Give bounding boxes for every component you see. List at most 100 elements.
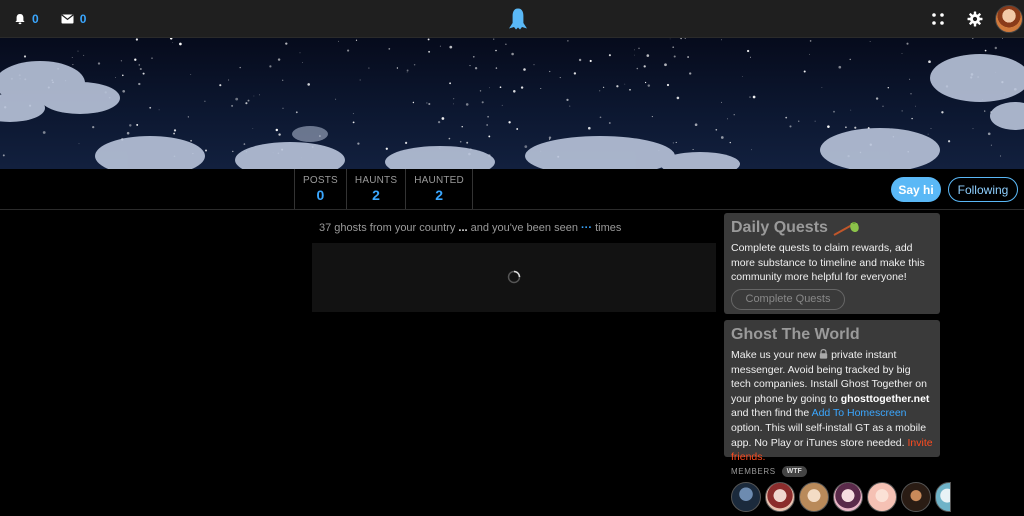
stat-haunted[interactable]: HAUNTED 2 <box>406 169 473 209</box>
star <box>849 58 851 61</box>
member-avatar[interactable] <box>799 482 829 512</box>
star <box>984 49 987 52</box>
star <box>357 142 360 145</box>
star <box>882 105 884 107</box>
star <box>647 84 651 87</box>
user-avatar[interactable] <box>995 5 1023 33</box>
star <box>190 74 192 75</box>
notifications-button[interactable]: 0 <box>14 12 39 26</box>
envelope-icon <box>61 14 74 24</box>
star <box>120 60 123 62</box>
profile-stats-bar: POSTS 0 HAUNTS 2 HAUNTED 2 <box>0 169 1024 210</box>
star <box>669 38 671 40</box>
star <box>664 63 667 67</box>
star <box>838 65 842 69</box>
star <box>243 143 246 145</box>
star <box>911 117 913 120</box>
star <box>915 105 916 107</box>
member-avatar[interactable] <box>901 482 931 512</box>
star <box>448 137 451 140</box>
star <box>741 76 743 77</box>
star <box>798 120 800 122</box>
star <box>972 38 974 39</box>
star <box>752 95 756 99</box>
star <box>72 64 74 66</box>
daily-quests-header: Daily Quests <box>731 219 933 237</box>
star <box>508 121 511 124</box>
star <box>984 110 986 112</box>
star <box>92 125 95 129</box>
add-to-homescreen-link[interactable]: Add To Homescreen <box>812 407 907 419</box>
star <box>149 106 152 109</box>
stat-haunts[interactable]: HAUNTS 2 <box>347 169 407 209</box>
members-badge: WTF <box>781 466 807 477</box>
ghost-the-world-card: Ghost The World Make us your new private… <box>724 320 940 463</box>
star <box>135 38 139 41</box>
member-avatar[interactable] <box>833 482 863 512</box>
star <box>187 116 189 118</box>
star <box>459 140 462 143</box>
messages-button[interactable]: 0 <box>61 12 86 26</box>
ghost-logo-icon[interactable] <box>506 7 530 31</box>
star <box>352 113 354 115</box>
members-label: MEMBERS <box>731 467 776 476</box>
star <box>190 139 192 142</box>
members-header: MEMBERS WTF <box>731 466 807 477</box>
star <box>749 96 751 98</box>
star <box>245 102 248 105</box>
member-avatar[interactable] <box>731 482 761 512</box>
star <box>439 45 441 47</box>
members-avatar-list <box>731 482 951 512</box>
star <box>413 64 416 66</box>
star <box>672 46 675 49</box>
star <box>520 86 524 89</box>
star <box>549 70 551 73</box>
star <box>501 104 503 106</box>
star <box>999 155 1002 157</box>
star <box>173 129 177 132</box>
star <box>511 52 514 56</box>
star <box>493 38 495 40</box>
gear-icon[interactable] <box>967 11 983 27</box>
profile-stats: POSTS 0 HAUNTS 2 HAUNTED 2 <box>294 169 473 209</box>
star <box>608 122 611 124</box>
visits-count-loading: ··· <box>581 222 593 234</box>
stat-posts[interactable]: POSTS 0 <box>295 169 347 209</box>
grid-icon[interactable] <box>931 12 945 26</box>
starry-sky-illustration <box>0 38 1024 169</box>
star <box>282 79 284 81</box>
stat-value: 2 <box>372 187 380 203</box>
star <box>549 138 551 140</box>
star <box>205 149 207 152</box>
star <box>573 72 577 75</box>
star <box>173 132 176 135</box>
member-avatar[interactable] <box>765 482 795 512</box>
member-avatar[interactable] <box>867 482 897 512</box>
following-button[interactable]: Following <box>948 177 1018 202</box>
star <box>746 49 750 53</box>
star <box>644 81 647 84</box>
star <box>449 82 451 85</box>
star <box>406 71 408 73</box>
notifications-count: 0 <box>32 12 39 26</box>
star <box>275 128 279 132</box>
star <box>472 55 475 58</box>
star <box>673 55 676 58</box>
star <box>910 93 912 95</box>
profile-banner-image <box>0 38 1024 169</box>
star <box>720 39 722 41</box>
star <box>474 67 478 70</box>
star <box>589 59 592 63</box>
star <box>487 115 489 118</box>
star <box>461 126 463 128</box>
star <box>516 128 519 130</box>
complete-quests-button[interactable]: Complete Quests <box>731 288 845 310</box>
star <box>428 50 431 53</box>
star <box>850 109 852 111</box>
member-avatar[interactable] <box>935 482 951 512</box>
star <box>295 111 298 114</box>
star <box>2 154 5 157</box>
star <box>499 86 502 89</box>
star <box>803 70 806 73</box>
say-hi-button[interactable]: Say hi <box>891 177 941 202</box>
